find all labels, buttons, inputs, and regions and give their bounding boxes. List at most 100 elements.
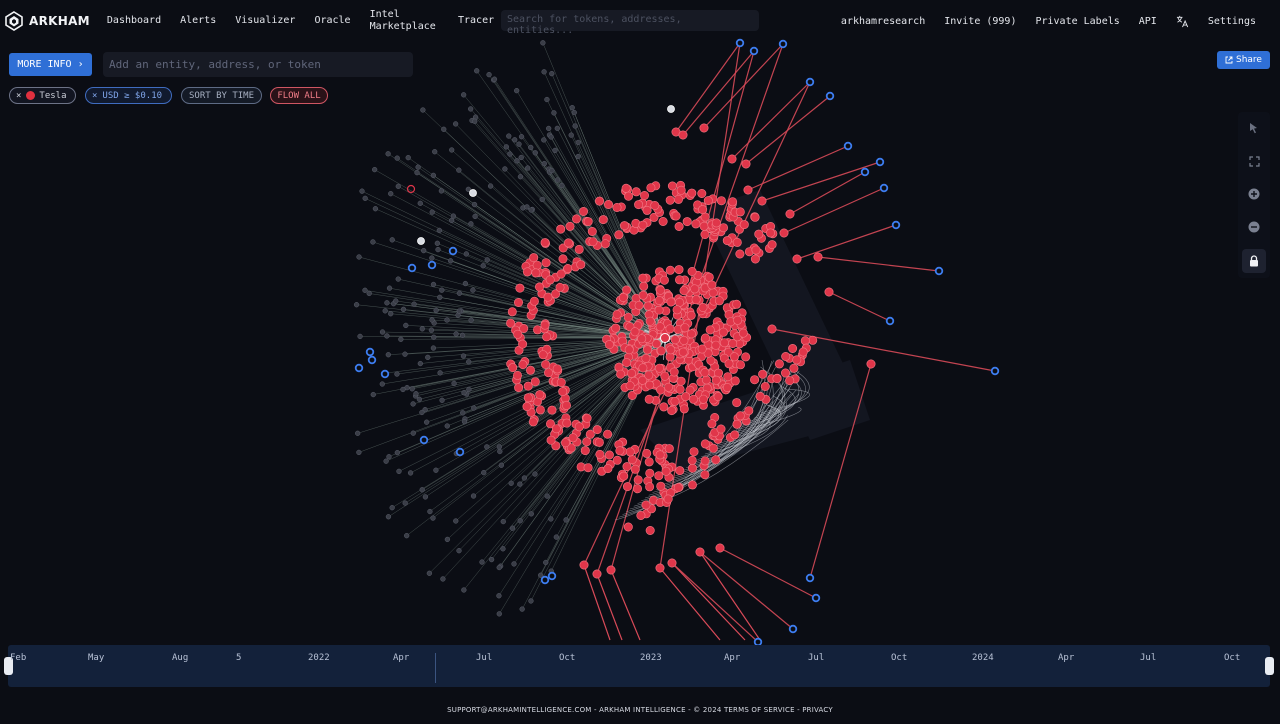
labeled-address-node[interactable]	[825, 91, 835, 101]
tesla-entity-node[interactable]	[512, 370, 522, 380]
tesla-entity-node[interactable]	[631, 187, 641, 197]
address-node[interactable]	[386, 285, 393, 291]
address-node[interactable]	[436, 227, 442, 234]
address-node[interactable]	[524, 204, 530, 210]
address-node[interactable]	[452, 121, 459, 127]
address-node[interactable]	[395, 183, 401, 189]
address-node[interactable]	[379, 329, 386, 335]
address-node[interactable]	[429, 209, 435, 215]
tesla-entity-node[interactable]	[644, 370, 654, 380]
address-node[interactable]	[467, 106, 474, 112]
nav-alerts[interactable]: Alerts	[180, 15, 216, 27]
tesla-entity-node[interactable]	[663, 494, 673, 504]
tesla-entity-node[interactable]	[707, 280, 717, 290]
tesla-entity-node[interactable]	[665, 195, 675, 205]
address-node[interactable]	[396, 468, 402, 475]
flow-all-toggle[interactable]: FLOW ALL	[270, 87, 328, 104]
tesla-entity-node[interactable]	[583, 217, 593, 227]
address-node[interactable]	[461, 587, 467, 593]
tesla-entity-node[interactable]	[523, 381, 533, 391]
tesla-entity-node[interactable]	[563, 263, 573, 273]
tesla-entity-node[interactable]	[722, 236, 732, 246]
tesla-entity-node[interactable]	[623, 312, 633, 322]
address-node[interactable]	[575, 139, 581, 146]
address-node[interactable]	[426, 570, 433, 576]
tesla-entity-node[interactable]	[698, 394, 708, 404]
tesla-entity-node[interactable]	[641, 353, 651, 363]
address-node[interactable]	[518, 154, 524, 161]
address-node[interactable]	[404, 533, 410, 539]
address-node[interactable]	[357, 333, 363, 340]
address-node[interactable]	[366, 290, 372, 297]
address-node[interactable]	[460, 410, 466, 416]
address-node[interactable]	[394, 155, 400, 161]
address-node[interactable]	[544, 96, 550, 103]
address-node[interactable]	[417, 200, 423, 206]
address-node[interactable]	[496, 611, 502, 617]
tesla-entity-node[interactable]	[671, 211, 681, 221]
address-node[interactable]	[559, 182, 565, 189]
address-node[interactable]	[385, 151, 391, 157]
contract-node[interactable]	[469, 189, 477, 197]
tesla-entity-node[interactable]	[715, 543, 725, 553]
tesla-entity-node[interactable]	[546, 435, 556, 445]
tesla-entity-node[interactable]	[711, 375, 721, 385]
address-node[interactable]	[403, 322, 409, 329]
address-node[interactable]	[491, 76, 498, 82]
address-node[interactable]	[402, 351, 408, 357]
tesla-entity-node[interactable]	[772, 374, 782, 384]
remove-filter-icon[interactable]: ×	[92, 91, 97, 101]
labeled-address-node[interactable]	[788, 624, 798, 634]
labeled-address-node[interactable]	[805, 77, 815, 87]
tesla-entity-node[interactable]	[687, 188, 697, 198]
tesla-entity-node[interactable]	[735, 411, 745, 421]
address-node[interactable]	[517, 174, 524, 180]
tesla-entity-node[interactable]	[639, 281, 649, 291]
address-node[interactable]	[532, 471, 538, 477]
tesla-entity-node[interactable]	[704, 272, 714, 282]
tesla-entity-node[interactable]	[735, 207, 745, 217]
address-node[interactable]	[470, 493, 477, 499]
address-node[interactable]	[502, 166, 508, 172]
tesla-entity-node[interactable]	[518, 360, 528, 370]
address-node[interactable]	[572, 123, 578, 129]
tesla-entity-node[interactable]	[655, 322, 665, 332]
address-node[interactable]	[430, 281, 437, 288]
tesla-entity-node[interactable]	[679, 286, 689, 296]
tesla-entity-node[interactable]	[514, 383, 524, 393]
address-node[interactable]	[379, 381, 385, 387]
tesla-entity-node[interactable]	[606, 565, 616, 575]
tesla-entity-node[interactable]	[751, 245, 761, 255]
tesla-entity-node[interactable]	[733, 315, 743, 325]
tesla-entity-node[interactable]	[541, 359, 551, 369]
address-node[interactable]	[460, 92, 467, 98]
address-node[interactable]	[544, 493, 550, 499]
address-node[interactable]	[449, 217, 455, 224]
tesla-entity-node[interactable]	[824, 287, 834, 297]
address-node[interactable]	[384, 333, 390, 339]
address-node[interactable]	[444, 317, 450, 323]
address-node[interactable]	[432, 149, 438, 155]
tesla-entity-node[interactable]	[618, 292, 628, 302]
tesla-entity-node[interactable]	[645, 525, 655, 535]
address-node[interactable]	[372, 206, 379, 212]
address-node[interactable]	[388, 311, 394, 317]
tesla-entity-node[interactable]	[563, 238, 573, 248]
address-node[interactable]	[451, 380, 457, 387]
tesla-entity-node[interactable]	[578, 207, 588, 217]
address-node[interactable]	[400, 306, 407, 313]
address-node[interactable]	[435, 246, 441, 253]
tesla-entity-node[interactable]	[623, 522, 633, 532]
tesla-entity-node[interactable]	[515, 283, 525, 293]
address-node[interactable]	[427, 508, 433, 515]
tesla-entity-node[interactable]	[547, 405, 557, 415]
labeled-address-node[interactable]	[540, 575, 550, 585]
address-node[interactable]	[516, 141, 522, 147]
nav-private-labels[interactable]: Private Labels	[1035, 16, 1119, 27]
address-node[interactable]	[528, 207, 534, 213]
tesla-entity-node[interactable]	[779, 228, 789, 238]
address-node[interactable]	[434, 240, 441, 246]
address-node[interactable]	[438, 188, 445, 194]
tesla-entity-node[interactable]	[724, 359, 734, 369]
address-node[interactable]	[355, 430, 361, 436]
